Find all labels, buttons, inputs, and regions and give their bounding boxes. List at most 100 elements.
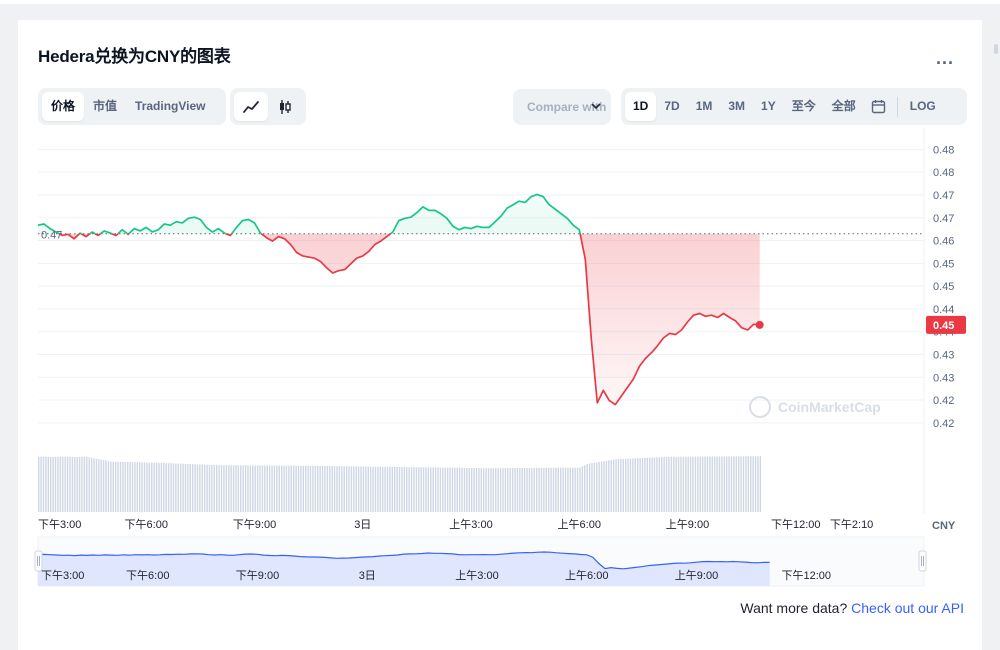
volume-bar-198 [514,468,516,512]
volume-bar-292 [740,456,742,512]
volume-bar-124 [336,466,338,512]
volume-bar-164 [432,467,434,512]
volume-bar-277 [704,456,706,512]
volume-bar-53 [165,463,167,512]
volume-bar-60 [182,463,184,512]
volume-bar-274 [697,456,699,512]
volume-bar-22 [90,457,93,512]
volume-bar-265 [675,456,677,512]
volume-bar-273 [694,456,697,512]
volume-bar-204 [528,467,531,512]
volume-bar-151 [401,467,403,512]
volume-bar-246 [629,458,632,512]
volume-bar-189 [492,468,495,512]
volume-bar-68 [201,464,203,512]
volume-bar-89 [252,465,254,512]
currency-label: CNY [932,520,956,532]
volume-bar-23 [93,458,95,512]
y-tick-label-12: 0.42 [933,418,954,430]
volume-bar-42 [139,462,141,512]
volume-bar-24 [95,458,98,512]
volume-bar-186 [485,468,487,512]
volume-bar-195 [507,468,509,512]
volume-bar-226 [581,466,584,512]
volume-bar-278 [706,456,709,512]
volume-bar-227 [584,465,586,512]
volume-bar-87 [247,465,249,512]
volume-bar-205 [531,467,533,512]
volume-bar-117 [319,465,321,512]
volume-bar-231 [593,462,596,512]
volume-bar-173 [454,467,456,512]
volume-bar-143 [381,466,384,512]
volume-bar-299 [757,456,759,512]
volume-bar-139 [372,466,374,512]
volume-bar-166 [437,467,439,512]
last-price-label: 0.45 [933,320,954,332]
navigator-handle-right[interactable] [918,550,927,572]
top-band [0,4,1000,20]
volume-bar-208 [538,467,540,512]
volume-bar-5 [50,456,52,512]
volume-bar-256 [653,457,656,512]
volume-bar-276 [701,456,704,512]
y-tick-label-10: 0.43 [933,372,954,384]
volume-bar-214 [552,467,555,512]
volume-bar-99 [276,465,278,512]
volume-bar-8 [57,456,59,512]
y-tick-label-6: 0.45 [933,281,954,293]
navigator-tick-label-2: 下午9:00 [236,569,279,582]
volume-bar-207 [535,467,538,512]
volume-bar-101 [280,465,283,512]
y-tick-label-7: 0.44 [933,304,954,316]
navigator-handle-left[interactable] [34,550,43,572]
volume-bar-176 [461,467,463,512]
y-tick-label-4: 0.46 [933,236,954,248]
volume-bar-132 [355,466,357,512]
volume-bar-279 [709,456,711,512]
volume-bar-10 [62,456,64,512]
api-link[interactable]: Check out our API [851,600,964,616]
volume-bar-206 [533,467,535,512]
volume-bar-104 [288,465,290,512]
volume-bar-84 [240,465,242,512]
volume-bar-146 [389,466,391,512]
volume-bar-247 [632,458,634,512]
watermark-text: CoinMarketCap [778,399,881,415]
volume-bar-196 [509,468,511,512]
volume-bar-16 [76,456,78,512]
volume-bar-194 [504,468,507,512]
top-strip [0,0,1000,20]
volume-bar-95 [266,465,268,512]
volume-bar-255 [651,457,653,512]
navigator: 下午3:00 下午6:00 下午9:00 3日 上午3:00 上午6:00 上午9:00 下午… [34,536,927,587]
volume-bar-157 [415,467,418,512]
volume-bar-285 [723,456,725,512]
volume-bar-103 [285,465,288,512]
volume-bar-138 [369,466,372,512]
volume-bar-74 [216,465,218,512]
volume-bar-172 [451,467,454,512]
volume-bar-55 [170,463,172,512]
volume-bar-235 [603,461,605,512]
volume-bar-140 [374,466,377,512]
volume-bar-222 [572,467,574,512]
volume-bar-238 [610,460,612,512]
volume-bar-145 [386,466,389,512]
volume-bar-211 [545,467,547,512]
volume-bar-11 [64,456,66,512]
volume-bar-78 [225,465,228,512]
volume-bar-185 [483,468,485,512]
price-chart[interactable]: 0.480.480.470.470.460.450.450.440.440.43… [18,20,982,650]
volume-bar-213 [550,467,552,512]
volume-bar-197 [511,468,514,512]
volume-bar-175 [458,467,461,512]
volume-bar-112 [307,465,309,512]
volume-bar-171 [449,467,451,512]
volume-bar-72 [211,464,213,512]
volume-bar-121 [329,466,331,512]
volume-bar-147 [391,466,394,512]
volume-bar-137 [367,466,369,512]
volume-bar-239 [612,459,615,512]
navigator-tick-label-7: 下午12:00 [781,569,831,582]
